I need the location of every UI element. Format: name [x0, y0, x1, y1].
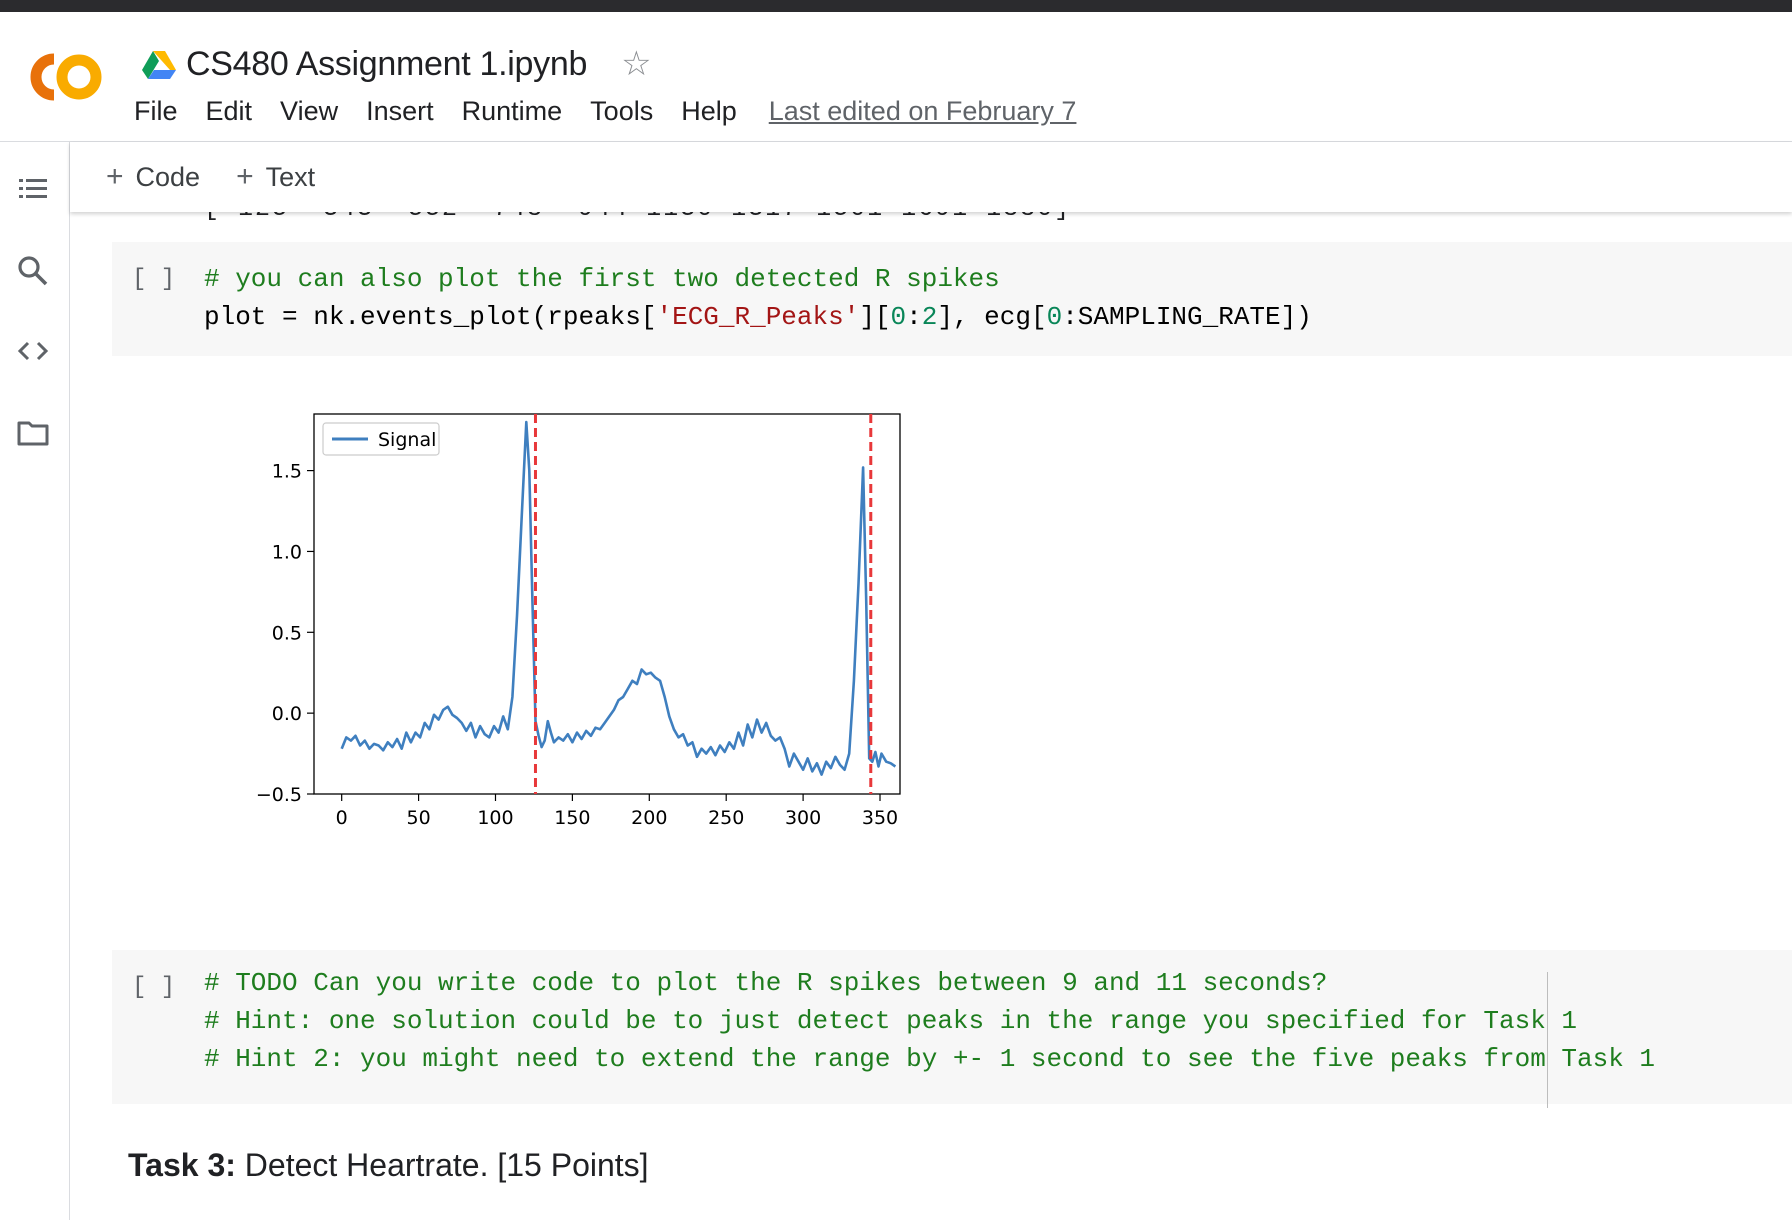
code-number: 0 [890, 302, 907, 332]
x-tick-label: 250 [708, 807, 744, 829]
add-text-label: Text [265, 161, 316, 192]
y-tick-label: 0.5 [272, 622, 302, 644]
star-icon[interactable]: ☆ [621, 47, 651, 81]
notebook-title[interactable]: CS480 Assignment 1.ipynb [186, 45, 587, 84]
code-comment: # you can also plot the first two detect… [204, 264, 1000, 294]
search-icon[interactable] [16, 254, 50, 288]
code-token: ], ecg[ [937, 302, 1047, 332]
menu-help[interactable]: Help [681, 96, 737, 127]
code-token: :SAMPLING_RATE]) [1062, 302, 1312, 332]
code-editor[interactable]: # you can also plot the first two detect… [204, 260, 1312, 336]
x-tick-label: 100 [477, 807, 513, 829]
code-comment: # TODO Can you write code to plot the R … [204, 968, 1328, 998]
code-number: 2 [921, 302, 938, 332]
code-token: ][ [859, 302, 891, 332]
notebook-toolbar: + Code + Text [70, 142, 1792, 212]
run-cell-button[interactable]: [ ] [132, 974, 175, 1001]
colab-header: CS480 Assignment 1.ipynb ☆ File Edit Vie… [0, 12, 1792, 142]
code-cell[interactable]: [ ] # you can also plot the first two de… [112, 242, 1792, 356]
menu-tools[interactable]: Tools [590, 96, 653, 127]
y-tick-label: 1.0 [272, 541, 302, 563]
x-tick-label: 200 [631, 807, 667, 829]
menu-runtime[interactable]: Runtime [462, 96, 563, 127]
plot-area-frame [313, 413, 901, 795]
x-tick-label: 350 [862, 807, 898, 829]
menu-file[interactable]: File [134, 96, 178, 127]
x-tick-label: 50 [406, 807, 430, 829]
code-token: plot = nk.events_plot(rpeaks[ [204, 302, 657, 332]
add-text-button[interactable]: + Text [236, 160, 315, 194]
code-number: 0 [1046, 302, 1063, 332]
browser-top-strip [0, 0, 1792, 12]
run-cell-button[interactable]: [ ] [132, 266, 175, 293]
files-folder-icon[interactable] [16, 416, 50, 450]
last-edited-link[interactable]: Last edited on February 7 [769, 96, 1077, 127]
add-code-label: Code [135, 161, 201, 192]
colab-logo-icon[interactable] [18, 46, 106, 108]
menu-edit[interactable]: Edit [206, 96, 253, 127]
code-comment: # Hint: one solution could be to just de… [204, 1006, 1578, 1036]
code-cell[interactable]: [ ] # TODO Can you write code to plot th… [112, 950, 1792, 1104]
plot-output: 0 50 100 150 200 250 300 350 −0.5 0.0 0.5 1.0 1.5 Sig… [198, 402, 1058, 922]
menu-bar: File Edit View Insert Runtime Tools Help… [134, 96, 1104, 127]
plus-icon: + [236, 160, 254, 193]
plus-icon: + [106, 160, 124, 193]
previous-cell-output: [ 125 343 552 748 944 1130 1317 1501 169… [204, 212, 1071, 223]
code-string: 'ECG_R_Peaks' [656, 302, 860, 332]
y-tick-label: 1.5 [272, 461, 302, 483]
left-sidebar [0, 142, 70, 1220]
task-text: Detect Heartrate. [15 Points] [235, 1147, 649, 1183]
code-editor[interactable]: # TODO Can you write code to plot the R … [204, 964, 1655, 1078]
task-label: Task 3: [128, 1147, 236, 1183]
ecg-chart: 0 50 100 150 200 250 300 350 −0.5 0.0 0.5 1.0 1.5 Sig… [256, 413, 901, 829]
google-drive-icon[interactable] [142, 49, 176, 79]
y-tick-label: −0.5 [256, 784, 302, 806]
task-heading: Task 3: Detect Heartrate. [15 Points] [128, 1147, 649, 1184]
code-comment: # Hint 2: you might need to extend the r… [204, 1044, 1656, 1074]
editor-ruler-line [1547, 972, 1548, 1108]
legend-label: Signal [378, 429, 436, 451]
menu-insert[interactable]: Insert [366, 96, 434, 127]
add-code-button[interactable]: + Code [106, 160, 200, 194]
notebook-content: [ 125 343 552 748 944 1130 1317 1501 169… [70, 212, 1792, 1220]
code-token: : [906, 302, 922, 332]
x-tick-label: 150 [554, 807, 590, 829]
y-tick-label: 0.0 [272, 703, 302, 725]
x-tick-label: 300 [785, 807, 821, 829]
menu-view[interactable]: View [280, 96, 338, 127]
table-of-contents-icon[interactable] [16, 172, 50, 206]
code-snippets-icon[interactable] [16, 334, 50, 368]
x-tick-label: 0 [336, 807, 348, 829]
